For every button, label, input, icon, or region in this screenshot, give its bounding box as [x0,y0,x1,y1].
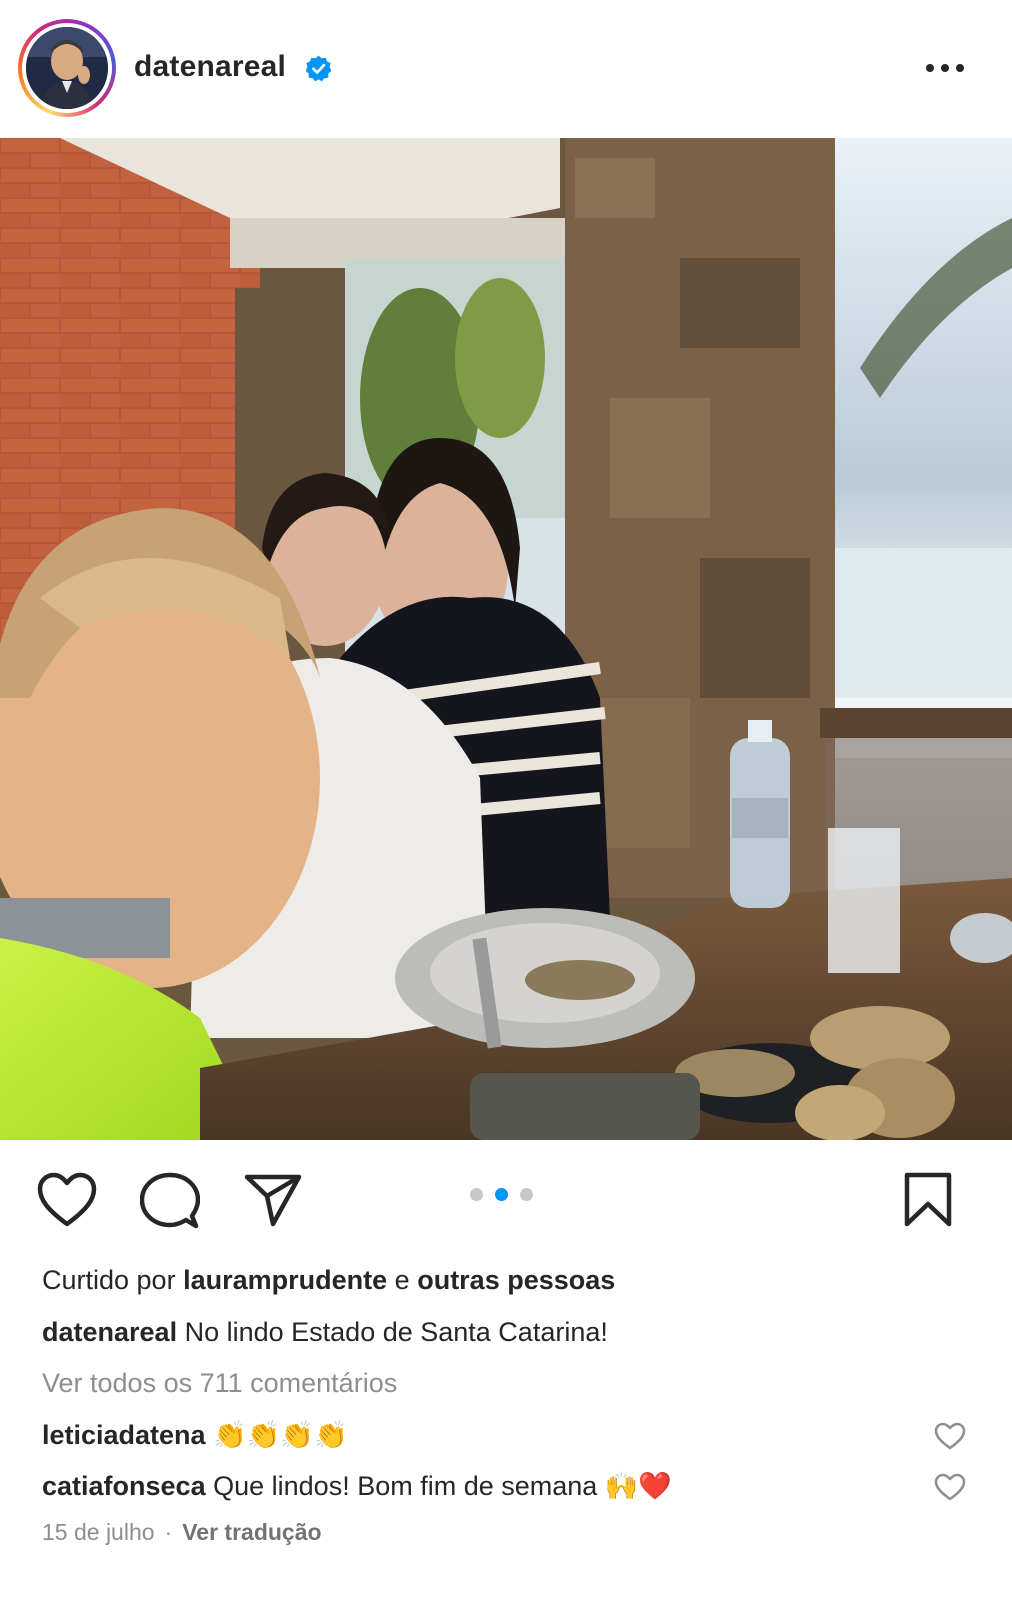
carousel-dot [470,1188,483,1201]
comment-row: leticiadatena 👏👏👏👏 [42,1417,348,1453]
meta-separator: · [164,1519,173,1545]
view-all-comments-link[interactable]: Ver todos os 711 comentários [42,1365,397,1401]
share-paper-plane-icon[interactable] [243,1172,303,1228]
likes-prefix: Curtido por [42,1265,176,1295]
verified-badge-icon [305,55,332,82]
comment-row: catiafonseca Que lindos! Bom fim de sema… [42,1468,672,1504]
likes-user-link[interactable]: lauramprudente [183,1265,387,1295]
comment-like-heart-icon[interactable] [934,1473,966,1501]
post-username[interactable]: datenareal [134,50,286,84]
comment-username[interactable]: leticiadatena [42,1420,206,1450]
comment-text: Que lindos! Bom fim de semana 🙌❤️ [213,1471,673,1501]
like-heart-icon[interactable] [36,1172,98,1228]
bookmark-icon[interactable] [902,1172,954,1228]
carousel-dot [520,1188,533,1201]
likes-others-link[interactable]: outras pessoas [417,1265,615,1295]
story-ring[interactable] [18,19,116,117]
post-date: 15 de julho [42,1519,155,1545]
post-header: datenareal [0,0,1012,138]
post-meta: 15 de julho · Ver tradução [42,1519,322,1546]
see-translation-link[interactable]: Ver tradução [182,1519,321,1545]
carousel-dot-active [495,1188,508,1201]
carousel-indicator [466,1188,546,1204]
comment-username[interactable]: catiafonseca [42,1471,206,1501]
post-photo[interactable] [0,138,1012,1140]
likes-line: Curtido por lauramprudente e outras pess… [42,1262,615,1298]
caption-username[interactable]: datenareal [42,1317,177,1347]
avatar[interactable] [26,27,108,109]
caption: datenareal No lindo Estado de Santa Cata… [42,1314,608,1350]
comment-like-heart-icon[interactable] [934,1422,966,1450]
caption-text: No lindo Estado de Santa Catarina! [184,1317,608,1347]
more-options-icon[interactable] [922,56,968,80]
likes-conjunction: e [394,1265,410,1295]
comment-icon[interactable] [140,1172,200,1230]
comment-text: 👏👏👏👏 [213,1420,348,1450]
